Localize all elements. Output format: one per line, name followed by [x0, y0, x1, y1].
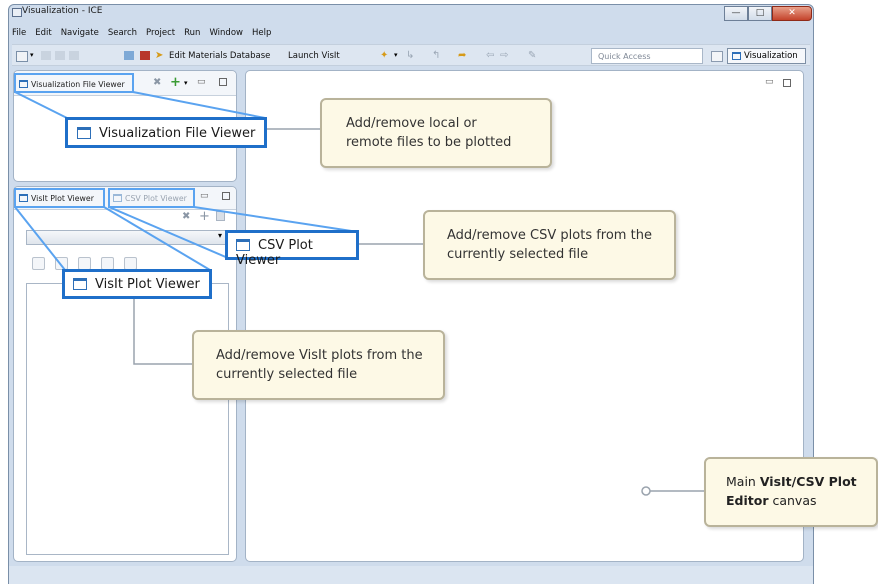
- csv-connector-left: [108, 206, 229, 259]
- csv-label-box: CSV Plot Viewer: [225, 230, 359, 268]
- csv-tab-highlight: [108, 188, 195, 208]
- file-connector-right: [132, 91, 266, 119]
- file-viewer-callout-text: Add/remove local or remote files to be p…: [346, 116, 512, 150]
- file-viewer-callout: Add/remove local or remote files to be p…: [320, 98, 552, 168]
- visit-tab-highlight: [14, 188, 105, 208]
- visit-callout-text: Add/remove VisIt plots from the currentl…: [216, 348, 423, 382]
- csv-connector-right: [193, 206, 359, 233]
- main-canvas-callout-text: Main VisIt/CSV Plot Editor canvas: [726, 472, 876, 510]
- view-icon: [73, 278, 87, 290]
- main-canvas-callout: Main VisIt/CSV Plot Editor canvas: [704, 457, 878, 527]
- file-tab-highlight: [14, 73, 134, 93]
- visit-connector-left: [14, 206, 66, 271]
- main-caption-prefix: Main: [726, 474, 760, 489]
- file-connector-left: [14, 91, 68, 119]
- main-callout-anchor: [641, 486, 651, 496]
- visit-callout-line: [133, 296, 193, 365]
- visit-label: VisIt Plot Viewer: [95, 277, 200, 292]
- main-caption-suffix: canvas: [768, 493, 817, 508]
- visit-callout: Add/remove VisIt plots from the currentl…: [192, 330, 445, 400]
- file-viewer-label: Visualization File Viewer: [99, 126, 256, 141]
- view-icon: [77, 127, 91, 139]
- csv-callout: Add/remove CSV plots from the currently …: [423, 210, 676, 280]
- csv-callout-text: Add/remove CSV plots from the currently …: [447, 228, 652, 262]
- visit-label-box: VisIt Plot Viewer: [62, 269, 212, 299]
- file-viewer-label-box: Visualization File Viewer: [65, 117, 267, 148]
- view-icon: [236, 239, 250, 251]
- visit-connector-right: [103, 206, 211, 271]
